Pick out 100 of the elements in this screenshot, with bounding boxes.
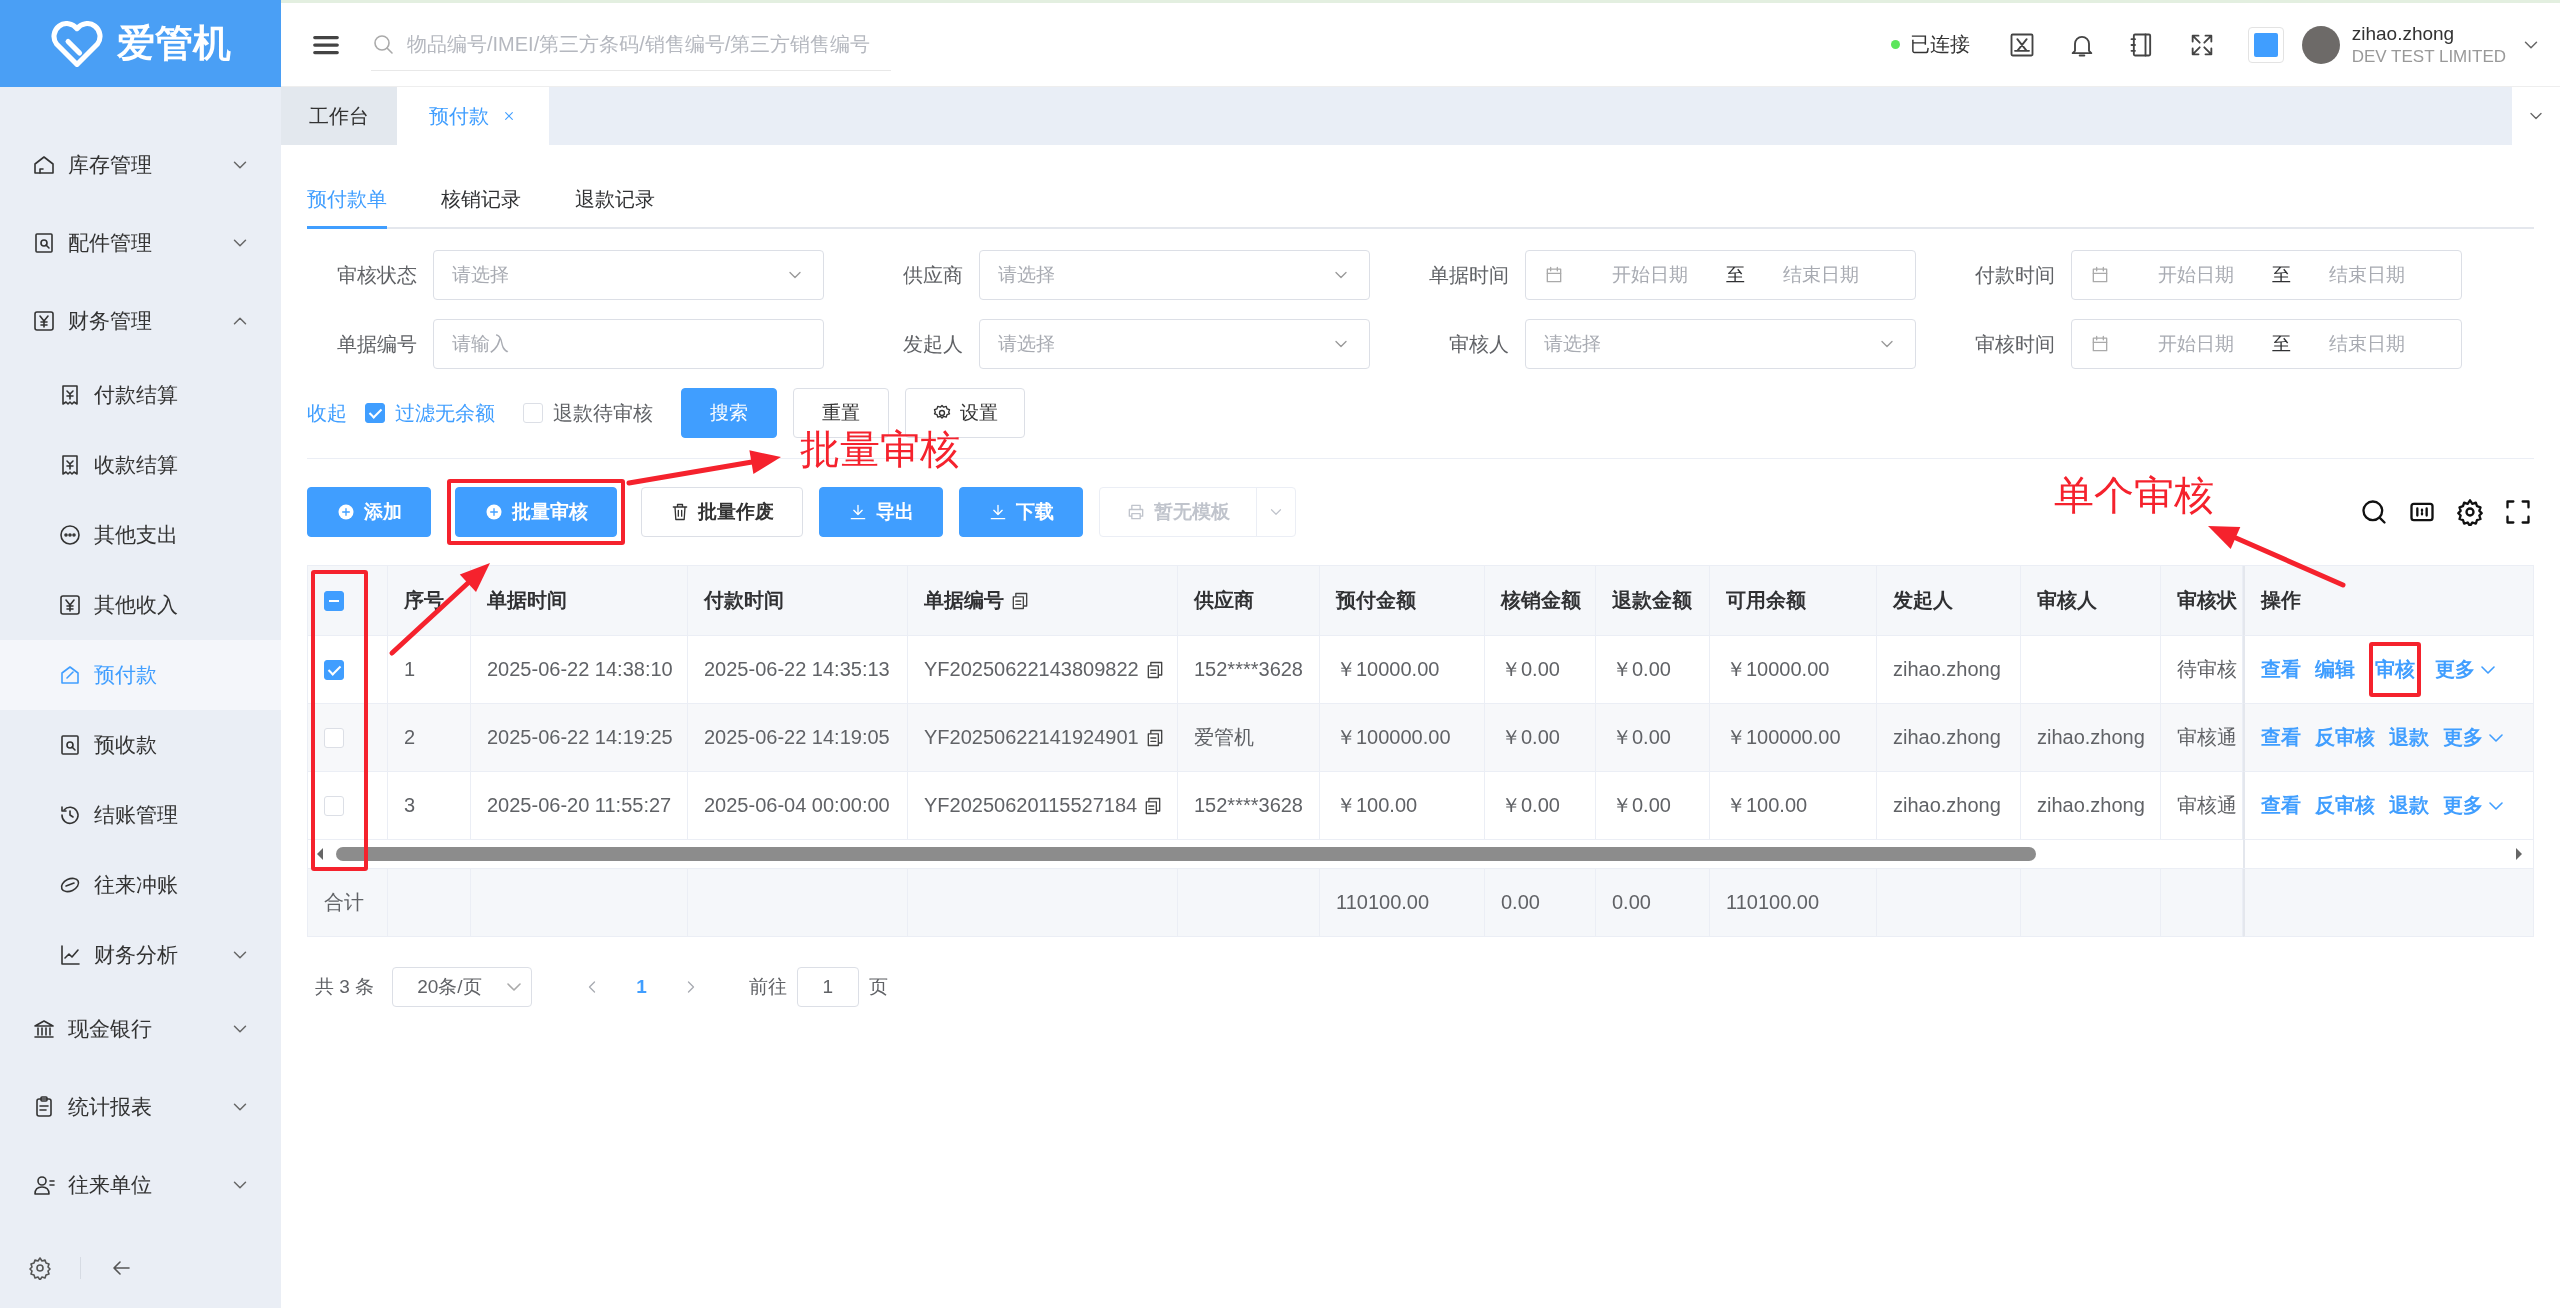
printer-icon bbox=[1126, 502, 1146, 522]
sub-tab[interactable]: 退款记录 bbox=[575, 173, 655, 229]
column-header: 单据时间 bbox=[487, 588, 567, 613]
column-header: 退款金额 bbox=[1612, 588, 1692, 613]
table-cell: YF20250622143809822 bbox=[924, 658, 1139, 681]
chart-icon bbox=[58, 943, 82, 967]
date-range-field[interactable]: 开始日期 至 结束日期 bbox=[1525, 250, 1916, 300]
filter-label: 单据时间 bbox=[1428, 262, 1509, 288]
sidebar-subitem[interactable]: 财务分析 bbox=[0, 920, 281, 990]
user-name: zihao.zhong bbox=[2351, 22, 2456, 46]
column-header: 序号 bbox=[404, 588, 444, 613]
filter-label: 审核状态 bbox=[336, 262, 417, 288]
column-header: 操作 bbox=[2261, 588, 2301, 613]
settings-icon[interactable] bbox=[28, 1256, 52, 1280]
yen-icon bbox=[32, 309, 56, 333]
column-header: 付款时间 bbox=[704, 588, 784, 613]
column-header: 发起人 bbox=[1893, 588, 1953, 613]
column-header: 单据编号 bbox=[924, 588, 1004, 613]
sidebar-subitem[interactable]: 结账管理 bbox=[0, 780, 281, 850]
search-icon bbox=[371, 32, 395, 56]
filter-label: 供应商 bbox=[902, 262, 963, 288]
checkbox[interactable] bbox=[365, 403, 385, 423]
sidebar-subitem[interactable]: 其他收入 bbox=[0, 570, 281, 640]
total-count: 共 3 条 bbox=[315, 975, 375, 999]
calendar-icon bbox=[2090, 334, 2110, 354]
dropdown-button[interactable] bbox=[2247, 26, 2284, 63]
column-header: 核销金额 bbox=[1501, 588, 1581, 613]
filter-label: 付款时间 bbox=[1974, 262, 2055, 288]
column-header: 可用余额 bbox=[1726, 588, 1806, 613]
void-button[interactable]: 批量作废 bbox=[641, 487, 803, 537]
sidebar-item[interactable]: 统计报表 bbox=[0, 1068, 281, 1146]
page-suffix: 页 bbox=[868, 975, 888, 999]
heart-icon bbox=[50, 20, 103, 67]
avatar[interactable] bbox=[2301, 25, 2340, 64]
fullscreen-icon[interactable] bbox=[2504, 498, 2532, 526]
column-header: 审核状 bbox=[2177, 588, 2237, 613]
goto-label: 前往 bbox=[748, 975, 787, 999]
date-range-field[interactable]: 开始日期 至 结束日期 bbox=[2071, 319, 2462, 369]
table-cell: YF20250620115527184 bbox=[924, 794, 1138, 817]
download-icon bbox=[988, 502, 1008, 522]
sidebar-item[interactable]: 库存管理 bbox=[0, 126, 281, 204]
document-search-icon bbox=[58, 733, 82, 757]
sidebar-item[interactable]: 财务管理 bbox=[0, 282, 281, 360]
row-checkbox[interactable] bbox=[324, 659, 344, 680]
logo-text: 爱管机 bbox=[116, 21, 231, 66]
table-row[interactable]: 1 2025-06-22 14:38:10 2025-06-22 14:35:13 YF20250622143809822 152****3628 ￥10000.00 ￥0.00 ￥0.00 ￥10000.00 zihao.zhong 待审核 查看 编辑 审核 更多 bbox=[308, 636, 2533, 704]
plus-circle-icon bbox=[484, 502, 504, 522]
date-range-field[interactable]: 开始日期 至 结束日期 bbox=[2071, 250, 2462, 300]
trash-icon bbox=[670, 502, 690, 522]
total-label: 合计 bbox=[324, 890, 364, 915]
total-cell: 110100.00 bbox=[1320, 869, 1485, 937]
table-row[interactable]: 2 2025-06-22 14:19:25 2025-06-22 14:19:05 YF20250622141924901 爱管机 ￥100000.00 ￥0.00 ￥0.00 ￥100000.00 zihao.zhong zihao.zhong 审核通 查看 反审核 退款 更多 bbox=[308, 704, 2533, 772]
filter-label: 发起人 bbox=[902, 331, 963, 357]
column-header: 审核人 bbox=[2037, 588, 2097, 613]
sidebar-item[interactable]: 往来单位 bbox=[0, 1146, 281, 1224]
filter-label: 审核人 bbox=[1448, 331, 1509, 357]
plus-circle-icon bbox=[336, 502, 356, 522]
column-header: 供应商 bbox=[1194, 588, 1254, 613]
company-name: DEV TEST LIMITED bbox=[2351, 45, 2506, 67]
yen-icon bbox=[58, 593, 82, 617]
document-search-icon bbox=[32, 231, 56, 255]
total-cell: 0.00 bbox=[1596, 869, 1710, 937]
search-icon[interactable] bbox=[2360, 498, 2388, 526]
bank-icon bbox=[32, 1017, 56, 1041]
checkbox-label: 退款待审核 bbox=[553, 400, 653, 426]
sub-tab[interactable]: 核销记录 bbox=[441, 173, 521, 229]
caret-icon bbox=[2481, 665, 2495, 674]
calendar-icon bbox=[1544, 265, 1564, 285]
dots-icon bbox=[58, 523, 82, 547]
connection-status: 已连接 bbox=[1909, 32, 1970, 57]
page-input[interactable]: 1 bbox=[796, 967, 859, 1007]
sidebar-subitem[interactable]: 付款结算 bbox=[0, 360, 281, 430]
house-icon bbox=[32, 153, 56, 177]
sidebar-subitem[interactable]: 往来冲账 bbox=[0, 850, 281, 920]
caret-icon bbox=[507, 983, 522, 991]
select-all-checkbox[interactable] bbox=[324, 590, 344, 611]
sidebar-subitem[interactable]: 其他支出 bbox=[0, 500, 281, 570]
sidebar-item[interactable]: 现金银行 bbox=[0, 990, 281, 1068]
filter-label: 审核时间 bbox=[1974, 331, 2055, 357]
checkbox-label: 过滤无余额 bbox=[395, 400, 495, 426]
page-tab[interactable]: 工作台 bbox=[281, 87, 397, 145]
table-cell: YF20250622141924901 bbox=[924, 726, 1139, 749]
calendar-icon bbox=[2090, 265, 2110, 285]
sidebar-subitem[interactable]: 收款结算 bbox=[0, 430, 281, 500]
search-field[interactable]: 物品编号/IMEI/第三方条码/销售编号/第三方销售编号 bbox=[371, 18, 891, 71]
filter-label: 单据编号 bbox=[336, 331, 417, 357]
copy-icon[interactable] bbox=[1010, 590, 1030, 611]
caret-icon bbox=[2489, 801, 2503, 810]
annotation-text: 单个审核 bbox=[2054, 472, 2214, 519]
scroll-right-icon[interactable] bbox=[2513, 846, 2525, 862]
download-icon bbox=[848, 502, 868, 522]
settings-icon[interactable] bbox=[2456, 498, 2484, 526]
column-header: 预付金额 bbox=[1336, 588, 1416, 613]
sidebar-item[interactable]: 配件管理 bbox=[0, 204, 281, 282]
sidebar-subitem[interactable]: 预收款 bbox=[0, 710, 281, 780]
caret-icon bbox=[2489, 733, 2503, 742]
total-cell: 110100.00 bbox=[1710, 869, 1877, 937]
clock-icon bbox=[58, 803, 82, 827]
page-size-select[interactable]: 20条/页 bbox=[392, 967, 533, 1007]
table-row[interactable]: 3 2025-06-20 11:55:27 2025-06-04 00:00:00 YF20250620115527184 152****3628 ￥100.00 ￥0.00 ￥0.00 ￥100.00 zihao.zhong zihao.zhong 审核通 查看 反审核 退款 更多 bbox=[308, 772, 2533, 840]
